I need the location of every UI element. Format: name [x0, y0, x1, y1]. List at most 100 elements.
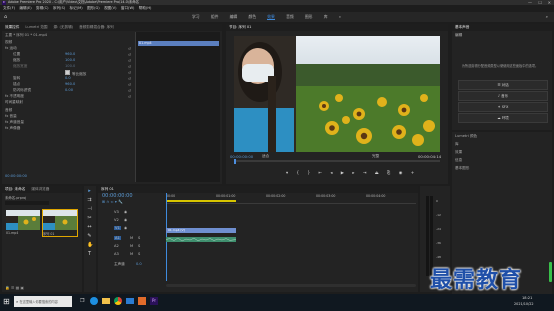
razor-tool-icon[interactable]: ✂: [87, 216, 92, 221]
fit-dropdown[interactable]: 适合: [262, 154, 269, 159]
task-view-icon[interactable]: ❐: [80, 298, 84, 304]
new-bin-icon[interactable]: ▣: [20, 285, 24, 290]
tab-source[interactable]: 源: (无剪辑): [51, 25, 77, 30]
icon-view-icon[interactable]: ▦: [16, 285, 20, 290]
step-back-icon[interactable]: ◂: [330, 170, 332, 175]
tab-lumetri-color[interactable]: Lumetri 颜色: [455, 134, 549, 139]
workspace-tab-color[interactable]: 颜色: [248, 14, 256, 19]
nest-icon[interactable]: ⊞: [102, 199, 105, 204]
master-track-header[interactable]: 主声道 0.0: [100, 262, 164, 270]
tab-sequence[interactable]: 序列 01: [98, 187, 117, 192]
menu-view[interactable]: 视图(V): [104, 6, 116, 10]
slip-tool-icon[interactable]: ↔: [87, 225, 92, 230]
windows-start-icon[interactable]: ⊞: [3, 297, 10, 306]
wrench-icon[interactable]: 🔧: [118, 199, 123, 204]
pen-tool-icon[interactable]: ✎: [87, 234, 92, 239]
list-view-icon[interactable]: ☰: [11, 285, 14, 290]
time-ruler[interactable]: 00:00 00:00:01:00 00:00:02:00 00:00:03:0…: [166, 193, 416, 204]
linked-selection-icon[interactable]: ⊂: [110, 199, 113, 204]
project-item[interactable]: 序列 01: [42, 209, 78, 237]
premiere-taskbar-icon[interactable]: Pr: [150, 297, 158, 305]
effect-row-uniform-scale[interactable]: 等比缩放: [5, 70, 219, 76]
tab-essential-graphics[interactable]: 基本图形: [455, 166, 549, 171]
timeline-scrollbar[interactable]: [166, 284, 416, 287]
effect-timecode[interactable]: 00:00:00:00: [5, 174, 27, 178]
clock-time[interactable]: 18:21: [522, 296, 532, 300]
track-header-a1[interactable]: A1 M S: [100, 236, 164, 244]
menu-marker[interactable]: 标记(M): [70, 6, 83, 10]
chrome-icon[interactable]: [114, 297, 122, 305]
menu-graphics[interactable]: 图形(G): [87, 6, 100, 10]
dialogue-button[interactable]: ☰ 对话: [458, 80, 548, 90]
menu-file[interactable]: 文件(F): [3, 6, 15, 10]
menu-edit[interactable]: 编辑(E): [19, 6, 31, 10]
mark-out-icon[interactable]: }: [307, 170, 310, 175]
track-select-tool-icon[interactable]: ⇉: [87, 198, 92, 203]
track-header-a3[interactable]: A3 M S: [100, 252, 164, 260]
search-icon[interactable]: ⌕: [546, 14, 548, 19]
workspace-more-icon[interactable]: »: [339, 14, 341, 19]
solo-icon[interactable]: S: [138, 252, 140, 256]
add-marker-icon[interactable]: ▾: [115, 199, 117, 204]
track-header-v1[interactable]: V1 ◉: [100, 226, 164, 234]
uniform-scale-checkbox[interactable]: [65, 70, 70, 75]
playhead-marker-icon[interactable]: [234, 158, 236, 164]
video-clip[interactable]: 01.mp4 [V]: [166, 228, 236, 233]
selection-tool-icon[interactable]: ▸: [87, 189, 92, 194]
file-explorer-icon[interactable]: [102, 298, 110, 304]
button-editor-icon[interactable]: +: [411, 170, 415, 175]
mute-icon[interactable]: M: [130, 244, 133, 248]
essential-edit-label[interactable]: 编辑: [455, 33, 462, 38]
playhead-scrubber[interactable]: [234, 158, 440, 164]
effect-row-antiflicker[interactable]: 防闪烁滤镜 0.00: [5, 88, 219, 93]
workspace-tab-libraries[interactable]: 库: [324, 14, 328, 19]
menu-help[interactable]: 帮助(H): [139, 6, 152, 10]
ripple-edit-tool-icon[interactable]: ⊣: [87, 207, 92, 212]
tab-info[interactable]: 信息: [455, 158, 549, 163]
effect-row-opacity[interactable]: fx 不透明度: [5, 94, 219, 99]
ambience-button[interactable]: ☁ 环境: [458, 113, 548, 123]
lift-icon[interactable]: ⏏: [375, 170, 379, 175]
solo-icon[interactable]: S: [138, 244, 140, 248]
tab-media-browser[interactable]: 媒体浏览器: [28, 187, 52, 192]
mute-icon[interactable]: M: [130, 236, 133, 240]
track-header-a2[interactable]: A2 M S: [100, 244, 164, 252]
track-header-v2[interactable]: V2 ◉: [100, 218, 164, 226]
effect-row-time-remap[interactable]: 时间重映射: [5, 100, 219, 105]
solo-icon[interactable]: S: [138, 236, 140, 240]
tab-audio-mixer[interactable]: 音频剪辑混合器: 序列: [76, 25, 117, 30]
minimize-icon[interactable]: —: [528, 0, 532, 5]
reset-icon[interactable]: ↺: [128, 94, 134, 100]
go-to-in-icon[interactable]: ⇤: [318, 170, 322, 175]
program-monitor-title[interactable]: 节目: 序列 01: [226, 25, 254, 30]
workspace-tab-editing[interactable]: 编辑: [230, 14, 238, 19]
effect-row-volume[interactable]: fx 音量: [5, 114, 219, 119]
right-scrollbar[interactable]: [549, 262, 552, 282]
workspace-tab-graphics[interactable]: 图形: [305, 14, 313, 19]
effect-row-motion[interactable]: fx 运动: [5, 46, 219, 51]
effect-row-rotation[interactable]: 旋转 0.0: [5, 76, 219, 81]
sfx-button[interactable]: ✶ SFX: [458, 102, 548, 112]
effect-row-channel-volume[interactable]: fx 声道音量: [5, 120, 219, 125]
quality-dropdown[interactable]: 完整: [372, 154, 379, 159]
menu-window[interactable]: 窗口(W): [121, 6, 135, 10]
effect-row-position[interactable]: 位置 960.0: [5, 52, 219, 57]
go-to-out-icon[interactable]: ⇥: [363, 170, 367, 175]
taskbar-search-box[interactable]: ⌕ 在这里输入你要搜索的内容: [14, 296, 72, 307]
master-value[interactable]: 0.0: [136, 262, 142, 266]
work-area-bar[interactable]: [166, 200, 236, 202]
tab-libraries[interactable]: 库: [455, 142, 549, 147]
eye-icon[interactable]: ◉: [124, 226, 127, 230]
audio-clip[interactable]: [165, 237, 237, 242]
project-search-input[interactable]: [5, 201, 49, 205]
mail-icon[interactable]: [126, 298, 134, 304]
tab-effects[interactable]: 效果: [455, 150, 549, 155]
effect-row-anchor[interactable]: 锚点 960.0: [5, 82, 219, 87]
track-header-v3[interactable]: V3 ◉: [100, 210, 164, 218]
clock-date[interactable]: 2021/10/22: [514, 302, 534, 306]
essential-sound-title[interactable]: 基本声音: [452, 25, 472, 30]
close-icon[interactable]: ✕: [548, 0, 551, 5]
workspace-tab-audio[interactable]: 音频: [286, 14, 294, 19]
snap-icon[interactable]: ∩: [106, 199, 109, 204]
mute-icon[interactable]: M: [130, 252, 133, 256]
